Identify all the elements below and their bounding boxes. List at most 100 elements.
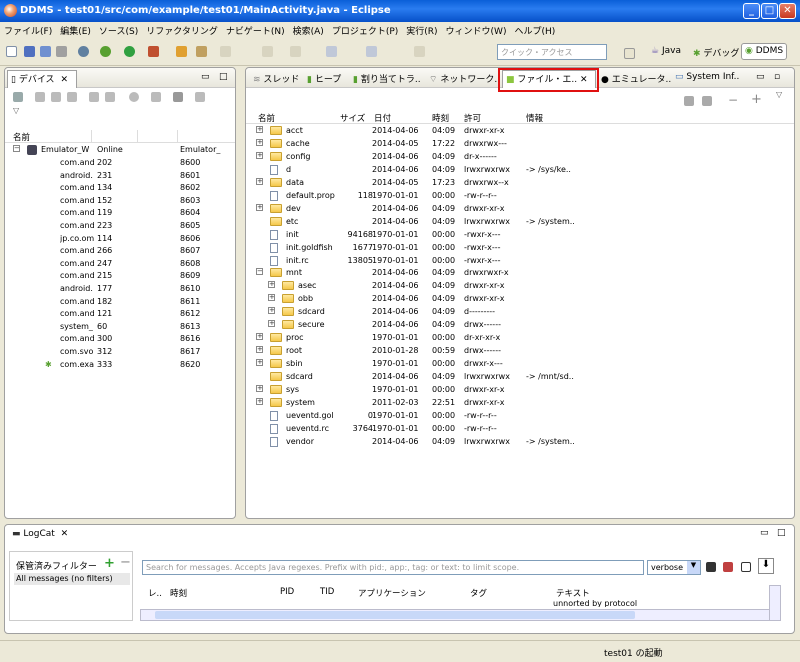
file-row[interactable]: + sdcard 2014-04-06 04:09 d--------- (246, 307, 794, 319)
expand-icon[interactable]: + (268, 320, 275, 328)
process-row[interactable]: com.and 300 8616 (5, 334, 235, 346)
pull-file-icon[interactable] (684, 96, 694, 106)
process-row[interactable]: ✱ com.exa 333 8620 (5, 360, 235, 372)
annotation-icon[interactable] (220, 46, 231, 57)
process-row[interactable]: com.and 215 8609 (5, 271, 235, 283)
file-row[interactable]: + proc 1970-01-01 00:00 dr-xr-xr-x (246, 333, 794, 345)
col-time-header[interactable]: 時刻 (432, 112, 449, 124)
toggle-icon[interactable] (414, 46, 425, 57)
file-row[interactable]: + asec 2014-04-06 04:09 drwxr-xr-x (246, 281, 794, 293)
expand-icon[interactable]: + (268, 294, 275, 302)
screen-capture-icon[interactable] (151, 92, 161, 102)
menu-project[interactable]: プロジェクト(P) (328, 22, 402, 37)
open-type-icon[interactable] (176, 46, 187, 57)
col-date-header[interactable]: 日付 (374, 112, 391, 124)
close-icon[interactable]: ✕ (60, 75, 68, 85)
col-time-header[interactable]: 時刻 (170, 587, 187, 599)
file-row[interactable]: ueventd.rc 3764 1970-01-01 00:00 -rw-r--r-- (246, 423, 794, 436)
file-row[interactable]: + sys 1970-01-01 00:00 drwxr-xr-x (246, 385, 794, 397)
maximize-button[interactable]: □ (761, 3, 778, 19)
col-pid-header[interactable]: PID (280, 587, 294, 597)
menu-refactor[interactable]: リファクタリング (142, 22, 222, 37)
view-menu-icon[interactable]: ▽ (776, 90, 782, 99)
tab-threads[interactable]: ≋ スレッド (250, 71, 302, 86)
minimize-view-icon[interactable]: ▭ (201, 72, 210, 82)
filter-all-messages[interactable]: All messages (no filters) (14, 573, 130, 585)
expand-icon[interactable]: + (268, 281, 275, 289)
process-row[interactable]: com.and 182 8611 (5, 297, 235, 309)
tab-logcat[interactable]: ▬ LogCat ✕ (9, 528, 71, 543)
file-row[interactable]: vendor 2014-04-06 04:09 lrwxrwxrwx -> /syste… (246, 436, 794, 449)
close-icon[interactable]: ✕ (61, 529, 69, 539)
col-name-header[interactable]: 名前 (258, 112, 275, 124)
col-level-header[interactable]: レ.. (148, 587, 162, 599)
process-row[interactable]: com.and 247 8608 (5, 259, 235, 271)
file-row[interactable]: init.rc 13805 1970-01-01 00:00 -rwxr-x--- (246, 255, 794, 268)
expand-icon[interactable]: + (256, 151, 263, 159)
print-icon[interactable] (56, 46, 67, 57)
dump-hprof-icon[interactable] (51, 92, 61, 102)
view-menu-icon[interactable]: ▽ (13, 106, 19, 115)
scrollbar-thumb[interactable] (155, 611, 635, 619)
file-row[interactable]: init 94168 1970-01-01 00:00 -rwxr-x--- (246, 229, 794, 242)
process-row[interactable]: com.and 202 8600 (5, 158, 235, 170)
process-row[interactable]: com.and 223 8605 (5, 221, 235, 233)
new-folder-icon[interactable]: + (751, 92, 762, 107)
col-text-header[interactable]: テキスト (556, 587, 590, 599)
cause-gc-icon[interactable] (67, 92, 77, 102)
minimize-view-icon[interactable]: ▭ (756, 72, 765, 82)
display-saved-filters-icon[interactable] (741, 562, 751, 572)
file-row[interactable]: + secure 2014-04-06 04:09 drwx------ (246, 320, 794, 332)
expand-icon[interactable]: + (268, 307, 275, 315)
menu-search[interactable]: 検索(A) (289, 22, 328, 37)
perspective-java[interactable]: ☕ Java (648, 44, 684, 61)
minimize-view-icon[interactable]: ▭ (760, 528, 769, 538)
perspective-ddms[interactable]: ◉ DDMS (741, 43, 788, 60)
log-level-select[interactable]: verbose ▼ (647, 560, 701, 575)
start-profiling-icon[interactable] (105, 92, 115, 102)
file-row[interactable]: sdcard 2014-04-06 04:09 lrwxrwxrwx -> /mnt/s… (246, 372, 794, 384)
menu-run[interactable]: 実行(R) (402, 22, 441, 37)
forward-icon[interactable] (366, 46, 377, 57)
col-tid-header[interactable]: TID (320, 587, 334, 597)
file-row[interactable]: + sbin 1970-01-01 00:00 drwxr-x--- (246, 359, 794, 371)
file-row[interactable]: + obb 2014-04-06 04:09 drwxr-xr-x (246, 294, 794, 306)
menu-source[interactable]: ソース(S) (95, 22, 142, 37)
clear-log-icon[interactable] (723, 562, 733, 572)
external-tools-icon[interactable] (148, 46, 159, 57)
file-row[interactable]: default.prop 118 1970-01-01 00:00 -rw-r--r-- (246, 190, 794, 203)
tab-system-info[interactable]: ▭ System Inf.. (672, 71, 742, 86)
expand-icon[interactable]: + (256, 203, 263, 211)
sdk-manager-icon[interactable] (78, 46, 89, 57)
file-row[interactable]: + dev 2014-04-06 04:09 drwxr-xr-x (246, 203, 794, 216)
log-horizontal-scrollbar[interactable] (140, 609, 770, 621)
save-all-icon[interactable] (40, 46, 51, 57)
tab-emulator[interactable]: ● エミュレータ.. (598, 71, 674, 86)
update-heap-icon[interactable] (35, 92, 45, 102)
collapse-icon[interactable]: − (13, 145, 20, 152)
scroll-lock-icon[interactable]: ⬇ (758, 558, 774, 574)
process-row[interactable]: com.and 119 8604 (5, 208, 235, 220)
menu-file[interactable]: ファイル(F) (0, 22, 56, 37)
tab-devices[interactable]: ▯ デバイス ✕ (7, 70, 77, 88)
perspective-debug[interactable]: ✱ デバッグ (690, 44, 742, 61)
tab-allocation[interactable]: ▮ 割り当てトラ.. (350, 71, 424, 86)
file-row[interactable]: + cache 2014-04-05 17:22 drwxrwx--- (246, 138, 794, 151)
run-icon[interactable] (124, 46, 135, 57)
tab-heap[interactable]: ▮ ヒープ (304, 71, 344, 86)
maximize-view-icon[interactable]: □ (777, 528, 786, 538)
search-tool-icon[interactable] (196, 46, 207, 57)
debug-icon[interactable] (100, 46, 111, 57)
file-row[interactable]: init.goldfish 1677 1970-01-01 00:00 -rwxr-x-… (246, 242, 794, 255)
open-perspective-icon[interactable] (624, 48, 635, 59)
process-row[interactable]: com.and 134 8602 (5, 183, 235, 195)
menu-help[interactable]: ヘルプ(H) (510, 22, 559, 37)
col-application-header[interactable]: アプリケーション (358, 587, 426, 599)
expand-icon[interactable]: + (256, 346, 263, 354)
device-row[interactable]: − Emulator_W Online Emulator_ (5, 145, 235, 157)
file-row[interactable]: ueventd.gol 0 1970-01-01 00:00 -rw-r--r-- (246, 410, 794, 423)
file-row[interactable]: + acct 2014-04-06 04:09 drwxr-xr-x (246, 126, 794, 138)
pin-icon[interactable] (290, 46, 301, 57)
file-row[interactable]: etc 2014-04-06 04:09 lrwxrwxrwx -> /system.. (246, 216, 794, 229)
file-row[interactable]: + config 2014-04-06 04:09 dr-x------ (246, 151, 794, 164)
